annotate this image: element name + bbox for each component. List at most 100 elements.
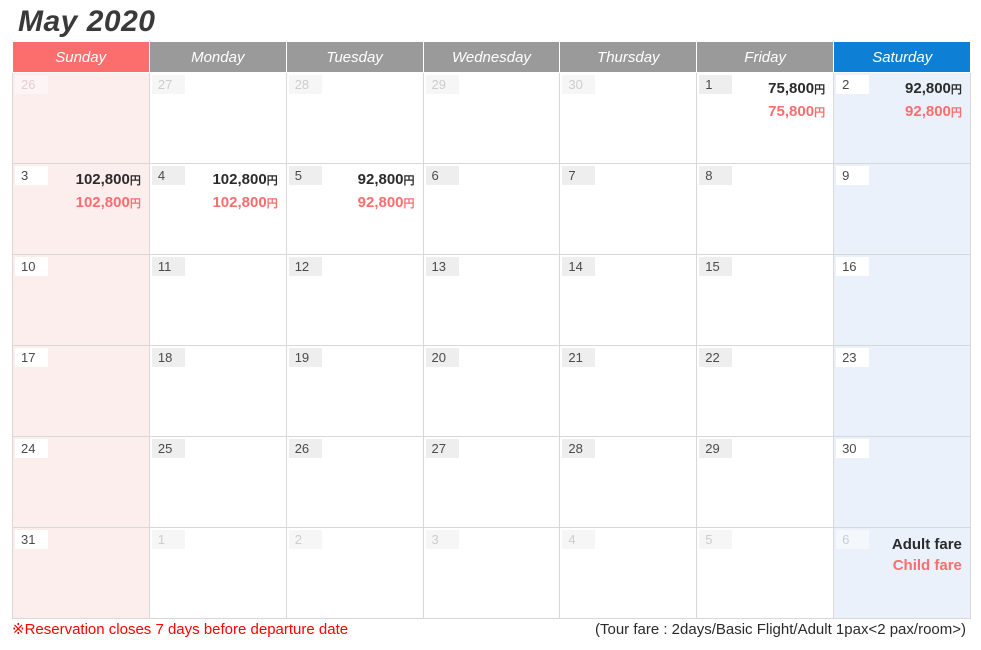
adult-fare: 75,800円 [732,78,825,101]
calendar-day-cell: 17 [12,345,150,437]
child-fare-value: 102,800 [75,194,130,211]
calendar-day-cell: 13 [422,254,561,346]
day-number: 27 [425,439,459,458]
calendar-day-cell: 2 [285,527,424,619]
calendar-day-cell: 30 [833,436,971,528]
yen-symbol: 円 [950,107,962,119]
day-number: 5 [699,530,733,549]
day-number: 10 [15,257,48,276]
calendar-day-cell: 5 [696,527,835,619]
calendar-day-cell: 6 [422,163,561,255]
calendar-day-cell[interactable]: 5 92,800円 92,800円 [285,163,424,255]
yen-symbol: 円 [266,175,278,187]
day-number: 20 [425,348,459,367]
calendar-day-cell[interactable]: 4 102,800円 102,800円 [148,163,287,255]
calendar-day-cell[interactable]: 2 92,800円 92,800円 [833,72,971,164]
day-number: 4 [151,166,185,185]
calendar-day-cell: 8 [696,163,835,255]
calendar-week-row: 26 27 28 29 30 1 75,800円 75,800円 2 92,800円 92,800円 [12,72,971,164]
child-fare-value: 75,800 [768,103,815,120]
day-number: 17 [15,348,48,367]
child-fare: 102,800円 [48,192,141,215]
child-fare: 102,800円 [185,192,277,215]
weekday-header-saturday: Saturday [833,42,971,73]
yen-symbol: 円 [129,198,141,210]
day-number: 27 [151,75,185,94]
day-number: 6 [836,530,870,549]
calendar-day-cell: 19 [285,345,424,437]
calendar-day-cell: 28 [559,436,698,528]
adult-fare: 102,800円 [185,169,278,192]
yen-symbol: 円 [129,175,141,187]
day-number: 5 [288,166,322,185]
tour-fare-note: (Tour fare : 2days/Basic Flight/Adult 1p… [594,621,966,638]
calendar-day-cell: 12 [285,254,424,346]
yen-symbol: 円 [814,84,826,96]
adult-fare-value: 92,800 [905,80,951,97]
day-number: 25 [151,439,185,458]
day-number: 8 [699,166,733,185]
day-number: 28 [562,439,596,458]
day-number: 2 [288,530,322,549]
fare-block: 102,800円 102,800円 [185,164,286,215]
day-number: 21 [562,348,596,367]
reservation-note: ※Reservation closes 7 days before depart… [12,621,349,638]
calendar-day-cell: 20 [422,345,561,437]
yen-symbol: 円 [403,198,415,210]
day-number: 19 [288,348,322,367]
calendar-day-cell: 29 [422,72,561,164]
calendar-day-cell: 4 [559,527,698,619]
yen-symbol: 円 [950,84,962,96]
day-number: 31 [15,530,48,549]
day-number: 1 [151,530,185,549]
weekday-header-wednesday: Wednesday [423,42,561,73]
child-fare-value: 92,800 [905,103,951,120]
day-number: 29 [425,75,459,94]
day-number: 14 [562,257,596,276]
child-fare: 75,800円 [732,101,825,124]
day-number: 6 [425,166,459,185]
calendar-day-cell: 9 [833,163,971,255]
calendar-day-cell: 3 [422,527,561,619]
day-number: 24 [15,439,48,458]
day-number: 22 [699,348,733,367]
weekday-header-friday: Friday [696,42,835,73]
day-number: 16 [836,257,870,276]
adult-fare-value: 102,800 [75,171,130,188]
calendar-day-cell: 31 [12,527,150,619]
child-fare: 92,800円 [869,101,962,124]
day-number: 23 [836,348,870,367]
calendar-day-cell: 11 [148,254,287,346]
calendar-day-cell[interactable]: 3 102,800円 102,800円 [12,163,150,255]
weekday-header-monday: Monday [149,42,287,73]
adult-fare: 92,800円 [322,169,415,192]
adult-fare: 92,800円 [869,78,962,101]
legend-adult-fare: Adult fare [891,536,962,553]
adult-fare-value: 92,800 [357,171,404,188]
calendar-day-cell[interactable]: 1 75,800円 75,800円 [696,72,835,164]
calendar-week-row: 3 102,800円 102,800円 4 102,800円 102,800円 5 92,80… [12,163,971,255]
fare-block: 102,800円 102,800円 [48,164,149,215]
day-number: 3 [15,166,48,185]
fare-calendar: Sunday Monday Tuesday Wednesday Thursday Frid… [12,42,971,619]
page-title: May 2020 [18,5,156,38]
day-number: 30 [836,439,870,458]
calendar-day-cell: 15 [696,254,835,346]
calendar-day-cell: 23 [833,345,971,437]
calendar-day-cell: 26 [12,72,150,164]
calendar-day-cell: 14 [559,254,698,346]
adult-fare-value: 75,800 [768,80,815,97]
calendar-day-cell: 29 [696,436,835,528]
fare-block: 75,800円 75,800円 [732,73,833,124]
calendar-day-cell: 30 [559,72,698,164]
footer: ※Reservation closes 7 days before depart… [12,618,970,642]
yen-symbol: 円 [403,175,415,187]
fare-block: 92,800円 92,800円 [322,164,423,215]
day-number: 7 [562,166,596,185]
day-number: 15 [699,257,733,276]
yen-symbol: 円 [814,107,826,119]
fare-legend: Adult fare Child fare [869,528,970,576]
calendar-day-cell: 26 [285,436,424,528]
calendar-day-cell: 22 [696,345,835,437]
calendar-day-cell: 10 [12,254,150,346]
